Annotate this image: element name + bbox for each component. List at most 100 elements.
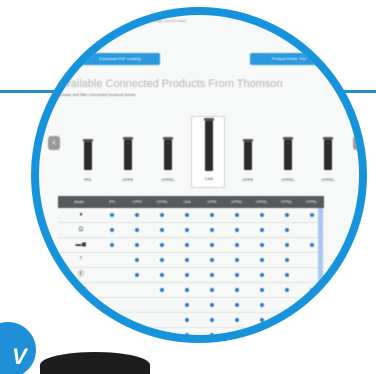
compatibility-dot xyxy=(160,213,165,217)
column-header[interactable]: PPL xyxy=(100,196,125,208)
compatibility-dot xyxy=(185,243,190,247)
column-header[interactable]: Model xyxy=(58,196,100,208)
connector-icon: ᵀ xyxy=(79,257,83,263)
compatibility-dot xyxy=(185,228,190,232)
device-label: CAA xyxy=(204,176,214,181)
compatibility-dot xyxy=(210,273,214,277)
carousel-device[interactable]: CPPEL xyxy=(311,116,345,188)
page-title: Available Connected Products From Thomso… xyxy=(58,78,283,90)
connector-icon: ▬◼ xyxy=(75,242,87,248)
table-row: Ⓔ xyxy=(58,268,324,283)
carousel-device[interactable]: PPL xyxy=(71,116,105,188)
compatibility-dot xyxy=(210,213,214,217)
connector-icon xyxy=(64,332,98,335)
compatibility-dot xyxy=(185,273,190,277)
device-image xyxy=(124,140,132,170)
device-image xyxy=(84,142,92,170)
page-subtitle: Browse and filter connected products bel… xyxy=(58,92,136,97)
column-header[interactable]: CPPEL xyxy=(274,196,299,208)
compatibility-dot xyxy=(309,303,314,307)
product-finder-button[interactable]: Product Finder Tool xyxy=(250,53,328,65)
download-catalog-button[interactable]: Download PDF Catalog xyxy=(80,53,160,65)
screenshot-canvas: www.example-page.com/product Download PD… xyxy=(0,0,376,374)
device-label: CPPEL xyxy=(321,177,335,182)
compatibility-dot xyxy=(135,258,140,262)
compatibility-dot xyxy=(284,213,289,217)
compatibility-dot xyxy=(284,243,289,247)
compatibility-dot xyxy=(160,258,165,262)
connector-icon: Ⓔ xyxy=(77,272,84,278)
compatibility-dot xyxy=(259,213,264,217)
compatibility-dot xyxy=(284,288,289,292)
compatibility-dot xyxy=(259,303,264,307)
compatibility-dot xyxy=(160,228,165,232)
compatibility-dot xyxy=(210,303,214,307)
compatibility-dot xyxy=(185,288,190,292)
brand-badge-letter: V xyxy=(12,344,27,369)
carousel-prev-button[interactable]: ‹ xyxy=(48,136,60,150)
compatibility-dot xyxy=(185,213,190,217)
compatibility-dot xyxy=(234,228,239,232)
compatibility-dot xyxy=(234,303,239,307)
column-header[interactable]: CPPEL xyxy=(150,196,175,208)
compatibility-dot xyxy=(110,228,115,232)
compatibility-dot xyxy=(160,243,165,247)
compatibility-dot xyxy=(185,258,190,262)
column-header[interactable]: CPPE xyxy=(200,196,225,208)
compatibility-dot xyxy=(210,318,214,322)
compatibility-dot xyxy=(160,288,165,292)
compatibility-dot xyxy=(234,258,239,262)
compatibility-dot xyxy=(284,228,289,232)
device-image xyxy=(284,140,292,170)
compatibility-dot xyxy=(234,273,239,277)
compatibility-dot xyxy=(185,333,190,335)
compatibility-dot xyxy=(185,318,190,322)
compatibility-dot xyxy=(185,303,190,307)
compatibility-dot xyxy=(284,318,289,322)
compatibility-dot xyxy=(234,318,239,322)
table-header: Model PPL CPPE CPPEL CAA CPPE CPPEL CPPEL CPPEL C… xyxy=(58,196,324,208)
carousel-device[interactable]: CAA xyxy=(191,116,225,188)
carousel-device[interactable]: CPPEL xyxy=(271,116,305,188)
table-row: ᵀ xyxy=(58,253,324,268)
device-image xyxy=(244,142,252,170)
device-label: CPPE xyxy=(242,177,254,182)
compatibility-dot xyxy=(309,288,314,292)
magnified-page: www.example-page.com/product Download PD… xyxy=(39,15,359,335)
device-image xyxy=(164,140,172,170)
column-header[interactable]: CPPE xyxy=(125,196,150,208)
compatibility-dot xyxy=(234,213,239,217)
carousel-device[interactable]: CPPE xyxy=(231,116,265,188)
compatibility-dot xyxy=(284,273,289,277)
device-image xyxy=(205,121,213,171)
connector-icon: ♦ xyxy=(79,212,83,218)
url-bar[interactable]: www.example-page.com/product xyxy=(128,18,186,23)
cable-photo xyxy=(40,352,150,374)
compatibility-dot xyxy=(210,333,214,335)
compatibility-dot xyxy=(259,243,264,247)
compatibility-dot xyxy=(210,258,214,262)
product-carousel: PPL CPPE CPPEL CAA CPPE CPPEL CPPEL xyxy=(63,116,359,188)
column-header[interactable]: CPPEL xyxy=(224,196,249,208)
carousel-device[interactable]: CPPEL xyxy=(151,116,185,188)
magnifier-lens: www.example-page.com/product Download PD… xyxy=(31,7,367,343)
device-label: PPL xyxy=(84,177,92,182)
compatibility-dot xyxy=(234,243,239,247)
table-row: ᵍ xyxy=(58,298,324,313)
column-header[interactable]: CAA xyxy=(175,196,200,208)
table-scrollbar[interactable] xyxy=(318,208,323,328)
compatibility-dot xyxy=(309,243,314,247)
table-row: ᵍ xyxy=(58,313,324,328)
carousel-device[interactable]: CPPE xyxy=(111,116,145,188)
compatibility-dot xyxy=(110,213,115,217)
compatibility-dot xyxy=(135,213,140,217)
table-row xyxy=(58,328,324,335)
table-row: ▬◼ xyxy=(58,238,324,253)
device-label: CPPE xyxy=(122,177,134,182)
table-row: Ω xyxy=(58,223,324,238)
column-header[interactable]: CPPEL xyxy=(299,196,324,208)
column-header[interactable]: CPPEL xyxy=(249,196,274,208)
compatibility-dot xyxy=(284,258,289,262)
compatibility-dot xyxy=(259,228,264,232)
table-row: ▬◼ xyxy=(58,283,324,298)
